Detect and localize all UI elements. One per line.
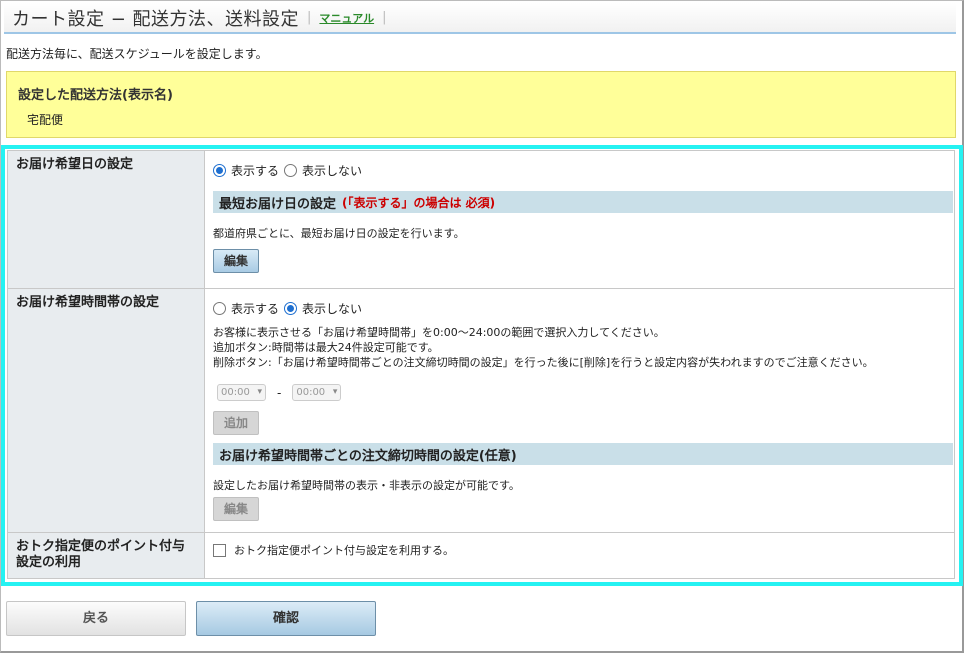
delete-button-note: 削除ボタン:「お届け希望時間帯ごとの注文締切時間の設定」を行った後に[削除]を行…: [213, 356, 874, 369]
delivery-time-label: お届け希望時間帯の設定: [7, 288, 205, 533]
confirm-button[interactable]: 確認: [196, 601, 376, 636]
delivery-date-show-label[interactable]: 表示する: [231, 162, 279, 179]
delivery-date-label: お届け希望日の設定: [7, 150, 205, 289]
divider: |: [307, 10, 312, 25]
shipping-method-notice: 設定した配送方法(表示名) 宅配便: [6, 71, 956, 138]
time-range-instruction: お客様に表示させる「お届け希望時間帯」を0:00〜24:00の範囲で選択入力して…: [213, 326, 665, 339]
point-setting-content: おトク指定便ポイント付与設定を利用する。: [204, 532, 955, 579]
time-to-select[interactable]: 00:00 ▾: [292, 384, 342, 401]
delivery-date-show-radio[interactable]: [213, 163, 226, 177]
page-header: カート設定 − 配送方法、送料設定 | マニュアル |: [4, 3, 956, 34]
point-setting-label: おトク指定便のポイント付与設定の利用: [7, 532, 205, 579]
shipping-method-name: 宅配便: [27, 113, 64, 127]
chevron-down-icon: ▾: [332, 387, 338, 397]
range-dash: -: [277, 385, 282, 400]
settings-row-delivery-time: お届け希望時間帯の設定 表示する 表示しない お客様に表示させる「お届け希望時間…: [7, 288, 955, 533]
time-from-select[interactable]: 00:00 ▾: [217, 384, 266, 401]
divider: |: [382, 10, 387, 25]
edit-cutoff-time-button[interactable]: 編集: [213, 497, 259, 521]
back-button[interactable]: 戻る: [6, 601, 186, 636]
earliest-delivery-title: 最短お届け日の設定: [219, 196, 337, 212]
page-description: 配送方法毎に、配送スケジュールを設定します。: [6, 47, 268, 61]
cutoff-time-subhead: お届け希望時間帯ごとの注文締切時間の設定(任意): [213, 443, 953, 465]
settings-row-delivery-date: お届け希望日の設定 表示する 表示しない 最短お届け日の設定 (「表示する」の場…: [7, 150, 955, 289]
page-title: カート設定 − 配送方法、送料設定: [12, 8, 300, 30]
time-to-value: 00:00: [296, 387, 326, 398]
delivery-date-hide-label[interactable]: 表示しない: [302, 162, 362, 179]
add-button-note: 追加ボタン:時間帯は最大24件設定可能です。: [213, 341, 439, 354]
notice-title: 設定した配送方法(表示名): [18, 88, 173, 103]
delivery-time-hide-label[interactable]: 表示しない: [302, 300, 362, 317]
delivery-date-hide-radio[interactable]: [284, 163, 298, 177]
delivery-time-content: 表示する 表示しない お客様に表示させる「お届け希望時間帯」を0:00〜24:0…: [204, 288, 955, 533]
time-from-value: 00:00: [221, 387, 250, 398]
delivery-time-hide-radio[interactable]: [284, 301, 298, 315]
settings-table: お届け希望日の設定 表示する 表示しない 最短お届け日の設定 (「表示する」の場…: [7, 150, 955, 579]
earliest-delivery-subhead: 最短お届け日の設定 (「表示する」の場合は 必須): [213, 191, 953, 213]
point-setting-checkbox-label[interactable]: おトク指定便ポイント付与設定を利用する。: [234, 544, 454, 557]
required-note: (「表示する」の場合は 必須): [342, 195, 496, 210]
cutoff-time-text: 設定したお届け希望時間帯の表示・非表示の設定が可能です。: [213, 479, 520, 492]
edit-earliest-delivery-button[interactable]: 編集: [213, 249, 259, 273]
chevron-down-icon: ▾: [257, 387, 262, 397]
delivery-time-show-radio[interactable]: [213, 301, 226, 315]
settings-row-point: おトク指定便のポイント付与設定の利用 おトク指定便ポイント付与設定を利用する。: [7, 532, 955, 579]
manual-link[interactable]: マニュアル: [319, 10, 374, 26]
earliest-delivery-text: 都道府県ごとに、最短お届け日の設定を行います。: [213, 227, 465, 240]
time-range-selectors: 00:00 ▾ - 00:00 ▾: [213, 384, 954, 401]
cutoff-time-title: お届け希望時間帯ごとの注文締切時間の設定(任意): [219, 448, 517, 464]
delivery-date-options: 表示する 表示しない: [213, 161, 954, 179]
add-time-slot-button[interactable]: 追加: [213, 411, 259, 435]
delivery-time-show-label[interactable]: 表示する: [231, 300, 279, 317]
point-setting-checkbox[interactable]: [213, 544, 226, 557]
delivery-time-options: 表示する 表示しない: [213, 299, 954, 317]
delivery-date-content: 表示する 表示しない 最短お届け日の設定 (「表示する」の場合は 必須) 都道府…: [204, 150, 955, 289]
